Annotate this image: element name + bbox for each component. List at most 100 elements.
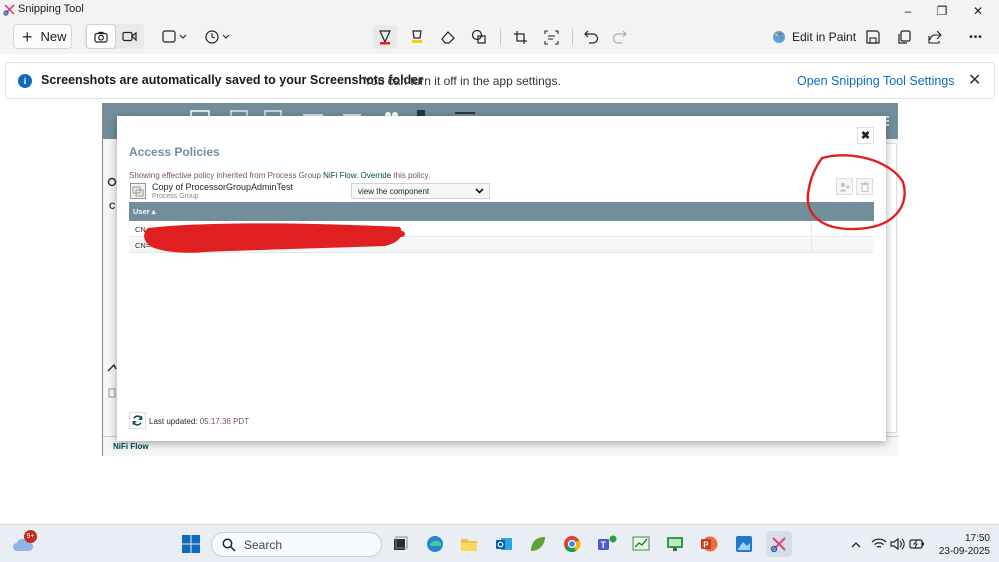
- capture-mode-toggle: [84, 24, 144, 49]
- file-explorer-app[interactable]: [458, 533, 480, 555]
- ballpoint-pen-button[interactable]: [373, 25, 397, 49]
- highlighter-icon: [412, 30, 422, 43]
- crop-button[interactable]: [510, 27, 530, 47]
- snip-shape-dropdown[interactable]: [162, 27, 188, 47]
- process-group-icon: [130, 183, 146, 199]
- notification-message: You can turn it off in the app settings.: [364, 74, 561, 88]
- user-column-header[interactable]: User ▴: [133, 207, 156, 216]
- more-options-button[interactable]: •••: [965, 27, 987, 47]
- text-actions-icon: [543, 29, 559, 45]
- redo-icon: [612, 30, 627, 44]
- text-actions-button[interactable]: [541, 27, 561, 47]
- svg-text:C: C: [109, 201, 116, 211]
- column-divider: [811, 238, 812, 253]
- remote-desktop-app[interactable]: [664, 533, 686, 555]
- snipping-tool-app[interactable]: [766, 531, 792, 557]
- dismiss-notification-button[interactable]: ✕: [968, 70, 981, 90]
- last-updated-time: 05:17:36 PDT: [199, 417, 250, 426]
- refresh-button[interactable]: [129, 412, 146, 429]
- nifi-palette-icons: C: [107, 177, 117, 398]
- table-row[interactable]: CN: [129, 222, 874, 237]
- new-snip-button[interactable]: + New: [13, 24, 72, 49]
- task-view-button[interactable]: [389, 533, 411, 555]
- photos-app[interactable]: [733, 533, 755, 555]
- add-user-button[interactable]: [836, 178, 853, 195]
- camera-icon: [94, 31, 108, 43]
- policy-action-value: view the component: [358, 186, 430, 196]
- close-dialog-button[interactable]: ✖: [857, 127, 874, 144]
- chart-board-icon: [632, 536, 650, 551]
- autosave-notification: i Screenshots are automatically saved to…: [5, 62, 995, 99]
- delete-policy-button[interactable]: [856, 178, 873, 195]
- shapes-button[interactable]: [469, 27, 489, 47]
- add-user-icon: [839, 182, 850, 191]
- toolbar: + New Edit in Paint •••: [0, 20, 999, 54]
- clock-time: 17:50: [964, 533, 990, 544]
- policy-description: Showing effective policy inherited from …: [129, 171, 430, 180]
- open-settings-link[interactable]: Open Snipping Tool Settings: [797, 74, 955, 88]
- desc-prefix: Showing effective policy inherited from …: [129, 171, 324, 180]
- windows-logo-icon: [182, 535, 200, 553]
- edit-in-paint-button[interactable]: Edit in Paint: [772, 27, 856, 47]
- clock-date: 23-09-2025: [938, 546, 990, 557]
- system-clock[interactable]: 17:50 23-09-2025: [920, 532, 990, 558]
- copy-icon: [898, 30, 911, 44]
- breadcrumb-nifi-flow[interactable]: NiFi Flow: [113, 442, 149, 451]
- undo-icon: [583, 30, 598, 44]
- photos-icon: [736, 536, 752, 552]
- svg-text:P: P: [703, 540, 709, 549]
- minimize-button[interactable]: –: [893, 2, 923, 19]
- outlook-app[interactable]: [493, 533, 515, 555]
- last-updated: Last updated: 05:17:36 PDT: [149, 417, 249, 426]
- save-icon: [866, 30, 880, 44]
- edge-app[interactable]: [424, 533, 446, 555]
- component-name: Copy of ProcessorGroupAdminTest: [152, 182, 294, 192]
- redo-button[interactable]: [609, 27, 629, 47]
- component-type: Process Group: [152, 193, 199, 200]
- new-button-label: New: [40, 29, 67, 44]
- trash-icon: [860, 181, 869, 192]
- rectangle-snip-icon: [162, 30, 187, 43]
- teams-icon: T: [598, 535, 617, 550]
- users-table-header[interactable]: User ▴: [129, 202, 874, 221]
- eraser-button[interactable]: [438, 27, 458, 47]
- save-button[interactable]: [864, 27, 882, 47]
- refresh-icon: [132, 415, 143, 426]
- undo-button[interactable]: [581, 27, 601, 47]
- nifi-side-controls: C: [107, 143, 117, 413]
- shapes-icon: [471, 29, 486, 44]
- dialog-title: Access Policies: [129, 145, 220, 159]
- screenshot-mode-button[interactable]: [86, 24, 116, 49]
- crop-icon: [513, 30, 527, 44]
- task-view-icon: [394, 536, 408, 550]
- video-mode-button[interactable]: [114, 24, 144, 49]
- copy-button[interactable]: [895, 27, 913, 47]
- notification-badge: 9+: [24, 530, 37, 543]
- highlighter-button[interactable]: [407, 27, 427, 47]
- app-title: Snipping Tool: [18, 3, 84, 15]
- taskbar-search[interactable]: Search: [211, 532, 382, 557]
- wifi-icon: [871, 538, 887, 548]
- delay-dropdown[interactable]: [205, 27, 233, 47]
- video-camera-icon: [121, 31, 137, 42]
- table-row[interactable]: CN=: [129, 238, 874, 253]
- desc-suffix: this policy.: [391, 171, 431, 180]
- override-link[interactable]: Override: [361, 171, 392, 180]
- maximize-button[interactable]: ❐: [927, 2, 957, 19]
- chrome-app[interactable]: [561, 533, 583, 555]
- toolbar-divider: [500, 29, 501, 45]
- policy-action-select[interactable]: view the component: [351, 183, 490, 199]
- chart-app[interactable]: [630, 533, 652, 555]
- show-hidden-icons-button[interactable]: [845, 533, 867, 555]
- close-window-button[interactable]: ✕: [963, 2, 993, 19]
- leaf-icon: [531, 537, 545, 551]
- start-button[interactable]: [180, 533, 202, 555]
- spring-tools-app[interactable]: [527, 533, 549, 555]
- last-updated-label: Last updated:: [149, 417, 198, 426]
- process-group-link[interactable]: NiFi Flow: [323, 171, 356, 180]
- powerpoint-app[interactable]: P: [698, 533, 720, 555]
- teams-app[interactable]: T: [596, 533, 618, 555]
- edge-icon: [427, 536, 443, 552]
- share-button[interactable]: [926, 27, 944, 47]
- user-cell: CN=: [135, 241, 151, 250]
